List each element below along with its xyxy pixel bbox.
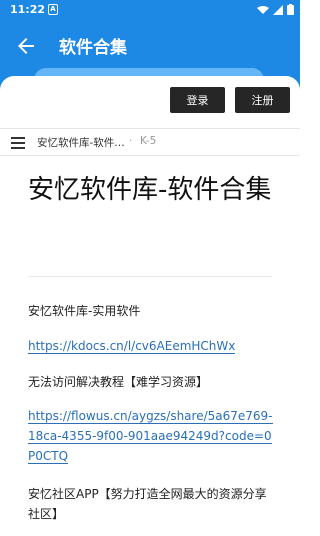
back-arrow-icon[interactable] <box>14 34 38 58</box>
document-heading: 安忆软件库-软件合集 <box>28 175 272 205</box>
wifi-icon <box>257 5 269 14</box>
flowus-link-text[interactable]: https://flowus.cn/aygzs/share/5a67e769-1… <box>28 409 273 464</box>
document-toolbar: 安忆软件库-软件… · K-5 <box>0 128 300 156</box>
register-button[interactable]: 注册 <box>235 87 290 113</box>
paragraph-community: 安忆社区APP【努力打造全网最大的资源分享社区】 <box>28 487 267 521</box>
document-code: K-5 <box>140 135 157 147</box>
kdocs-link-text[interactable]: https://kdocs.cn/l/cv6AEemHChWx <box>28 339 236 354</box>
menu-icon[interactable] <box>11 137 25 149</box>
app-bar: 软件合集 <box>0 20 300 72</box>
breadcrumb-separator: · <box>129 135 133 147</box>
paragraph-tutorial: 无法访问解决教程【难学习资源】 <box>28 375 209 389</box>
document-breadcrumb-title[interactable]: 安忆软件库-软件… <box>37 135 125 150</box>
divider <box>28 276 272 277</box>
page-title: 软件合集 <box>59 38 127 58</box>
login-button[interactable]: 登录 <box>170 87 225 113</box>
status-bar: 11:22 A <box>0 0 300 20</box>
system-icons <box>257 4 294 15</box>
status-time: 11:22 <box>10 3 46 16</box>
flowus-link[interactable]: https://flowus.cn/aygzs/share/5a67e769-1… <box>28 406 278 466</box>
signal-icon <box>273 4 283 15</box>
kdocs-link[interactable]: https://kdocs.cn/l/cv6AEemHChWx <box>28 336 278 356</box>
battery-icon <box>287 4 294 15</box>
notification-icon: A <box>48 4 58 15</box>
paragraph-intro: 安忆软件库-实用软件 <box>28 304 141 318</box>
